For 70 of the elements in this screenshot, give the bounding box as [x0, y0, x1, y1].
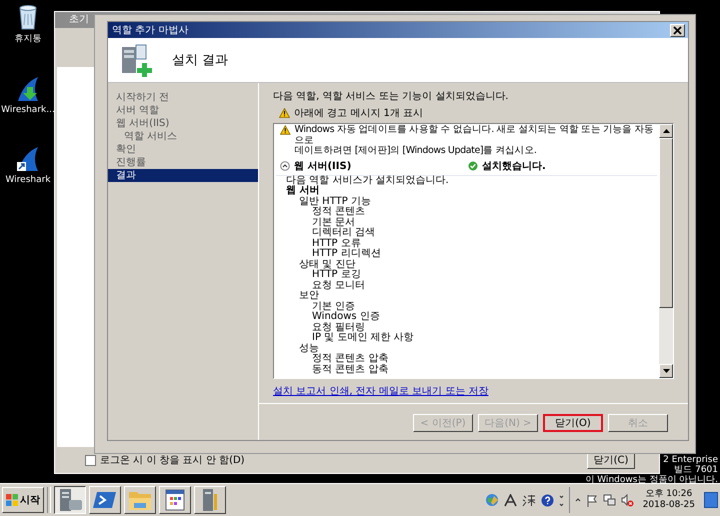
- tree-item: 정적 콘텐츠: [311, 207, 366, 218]
- step-item[interactable]: 진행률: [108, 156, 258, 169]
- window-icon[interactable]: [159, 486, 191, 514]
- tree-item: 동적 콘텐츠 압축: [311, 364, 390, 375]
- step-item[interactable]: 웹 서버(IIS): [108, 117, 258, 130]
- window-title: 초기: [69, 14, 89, 25]
- wizard-button[interactable]: 닫기(O): [543, 414, 603, 432]
- tree-item: 성능: [298, 344, 320, 354]
- chevron-icon[interactable]: [574, 497, 581, 503]
- flag-icon[interactable]: [586, 494, 598, 506]
- tree-item: 정적 콘텐츠 압축: [311, 354, 390, 364]
- collapse-icon[interactable]: [280, 160, 290, 170]
- status-text: 설치했습니다.: [482, 160, 546, 172]
- tree-item: 요청 필터링: [311, 322, 366, 332]
- page-heading: 설치 결과: [172, 52, 228, 69]
- notice-text: 빌드 7601: [674, 465, 718, 475]
- help-icon[interactable]: [540, 494, 554, 506]
- tree-item: HTTP 로깅: [311, 270, 362, 280]
- tree-item: Windows 인증: [311, 312, 381, 322]
- warning-icon: [280, 125, 291, 135]
- check-icon: [468, 160, 478, 170]
- desktop-icon-label[interactable]: 휴지통: [14, 32, 42, 45]
- scroll-down-icon[interactable]: [662, 369, 670, 373]
- warning-text: 데이트하려면 [제어판]의 [Windows Update]를 켜십시오.: [294, 146, 538, 156]
- terminal-icon[interactable]: [89, 486, 121, 514]
- step-item[interactable]: 확인: [108, 143, 258, 156]
- scrollbar[interactable]: [659, 124, 673, 378]
- notice-text: 이 Windows는 정품이 아닙니다.: [585, 475, 718, 485]
- tree-item: HTTP 오류: [311, 238, 362, 248]
- tree-item: 디렉터리 검색: [311, 228, 376, 238]
- hanja-icon[interactable]: [522, 494, 536, 506]
- warning-text: Windows 자동 업데이트를 사용할 수 없습니다. 새로 설치되는 역할 또는 기능을 자동으로: [294, 125, 655, 146]
- close-button[interactable]: [670, 24, 685, 36]
- step-item[interactable]: 결과: [108, 169, 258, 182]
- tree-item: 웹 서버: [285, 186, 320, 196]
- warning-icon: [279, 108, 290, 118]
- windows-logo-icon: [6, 494, 18, 506]
- clock-date[interactable]: 2018-08-25: [642, 500, 695, 511]
- tree-item: IP 및 도메인 제한 사항: [311, 333, 415, 344]
- desktop-icon-label[interactable]: Wireshark...: [1, 105, 55, 115]
- desktop-icon-label[interactable]: Wireshark: [5, 175, 51, 185]
- start-button[interactable]: 시작: [2, 487, 44, 513]
- tree-item: 보안: [298, 291, 320, 302]
- tree-item: 기본 인증: [311, 302, 356, 312]
- warning-summary: 아래에 경고 메시지 1개 표시: [294, 107, 424, 120]
- tree-item: 상태 및 진단: [298, 260, 356, 270]
- window-title: 역할 추가 마법사: [112, 24, 188, 37]
- tree-item: HTTP 리디렉션: [311, 249, 382, 260]
- server-add-icon: [120, 43, 154, 77]
- clock-time[interactable]: 오후 10:26: [645, 489, 692, 500]
- note-text: 다음 역할 서비스가 설치되었습니다.: [285, 176, 450, 186]
- checkbox[interactable]: 로그온 시 이 창을 표시 안 함(D): [85, 453, 245, 467]
- step-item[interactable]: 서버 역할: [108, 104, 258, 117]
- tree-item: 일반 HTTP 기능: [298, 196, 372, 206]
- server-icon[interactable]: [54, 486, 86, 514]
- scroll-up-icon[interactable]: [662, 129, 670, 133]
- recycle-bin-icon[interactable]: [17, 4, 39, 30]
- tree-item: 요청 모니터: [311, 280, 366, 290]
- step-item[interactable]: 역할 서비스: [108, 130, 258, 143]
- report-link[interactable]: 설치 보고서 인쇄, 전자 메일로 보내기 또는 저장: [273, 384, 488, 398]
- notice-text: 2 Enterprise: [663, 455, 718, 465]
- ime-letter-icon[interactable]: [504, 494, 517, 506]
- step-item[interactable]: 시작하기 전: [108, 91, 258, 104]
- folder-icon[interactable]: [124, 486, 156, 514]
- options-icon[interactable]: [558, 494, 564, 506]
- tree-item: 기본 문서: [311, 218, 356, 228]
- network-icon[interactable]: [602, 494, 616, 506]
- muted-speaker-icon[interactable]: [620, 494, 634, 506]
- section-title: 웹 서버(IIS): [294, 160, 352, 172]
- intro-text: 다음 역할, 역할 서비스 또는 기능이 설치되었습니다.: [273, 90, 510, 103]
